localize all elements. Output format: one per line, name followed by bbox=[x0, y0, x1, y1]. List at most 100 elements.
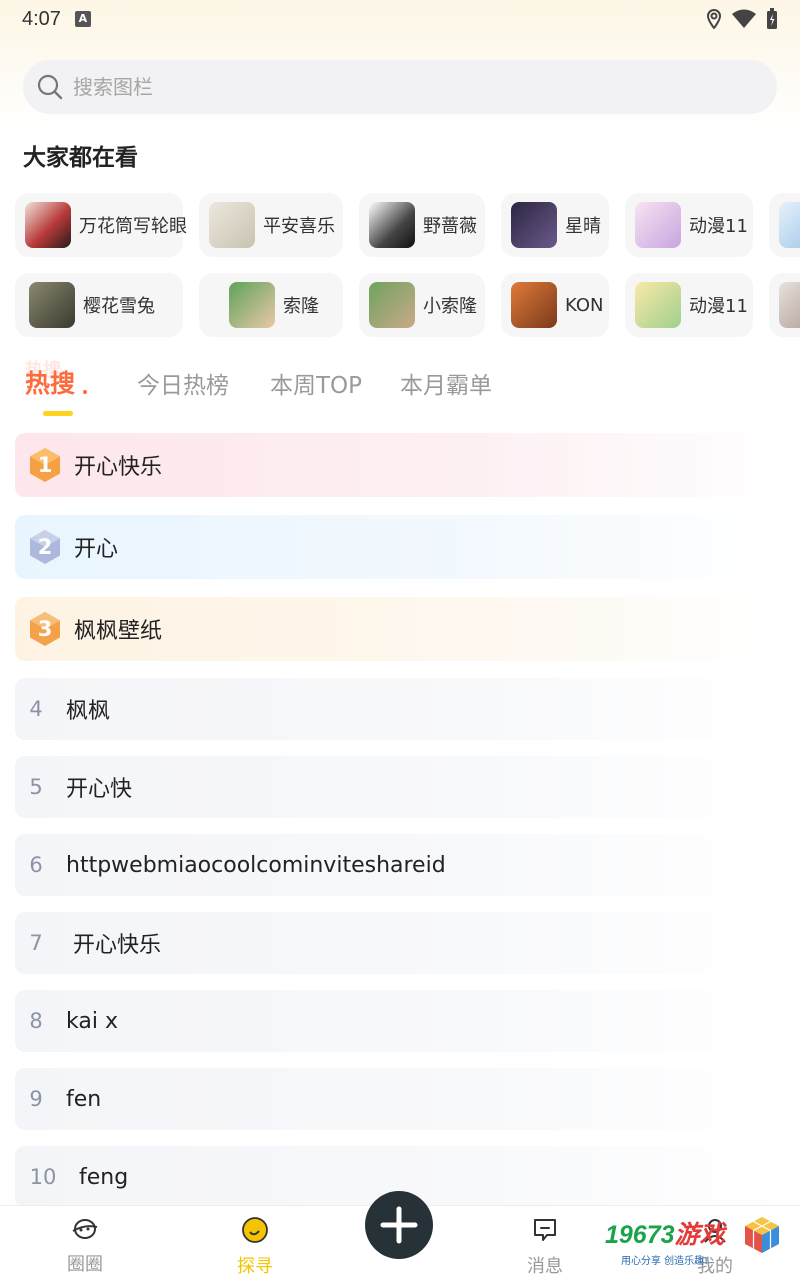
rank-title: 开心快乐 bbox=[74, 455, 163, 480]
status-bar: 4:07 A bbox=[0, 0, 800, 38]
chip-item[interactable] bbox=[769, 193, 800, 257]
rank-number: 9 bbox=[29, 1087, 43, 1111]
chip-thumbnail bbox=[369, 202, 415, 248]
chip-item[interactable]: 动漫11 bbox=[625, 193, 753, 257]
planet-face-icon bbox=[72, 1219, 98, 1239]
chip-thumbnail bbox=[511, 282, 557, 328]
nav-messages-label: 消息 bbox=[527, 1256, 563, 1277]
rank-number: 10 bbox=[29, 1165, 57, 1189]
chip-item[interactable]: KON bbox=[501, 273, 609, 337]
rank-title: fen bbox=[66, 1086, 102, 1112]
tab-hot-search[interactable]: 热搜 热搜 bbox=[25, 360, 88, 400]
chip-thumbnail bbox=[635, 202, 681, 248]
rank-number: 8 bbox=[29, 1009, 43, 1033]
rank-badge-silver: 2 bbox=[26, 528, 64, 566]
chip-label: 樱花雪兔 bbox=[83, 296, 155, 317]
rank-badge-gold: 1 bbox=[26, 446, 64, 484]
message-icon bbox=[534, 1219, 556, 1241]
chip-row-2: 樱花雪兔 索隆 小索隆 KON 动漫11 bbox=[15, 273, 800, 337]
section-title-trending: 大家都在看 bbox=[23, 145, 138, 171]
search-icon bbox=[37, 74, 63, 100]
chip-item[interactable]: 索隆 bbox=[199, 273, 343, 337]
rank-number: 1 bbox=[37, 453, 53, 477]
chip-thumbnail bbox=[29, 282, 75, 328]
rank-title: 开心 bbox=[74, 537, 119, 562]
chip-thumbnail bbox=[229, 282, 275, 328]
chip-item[interactable]: 星晴 bbox=[501, 193, 609, 257]
chip-thumbnail bbox=[209, 202, 255, 248]
search-bar[interactable] bbox=[23, 60, 777, 114]
rank-number: 2 bbox=[37, 535, 53, 559]
battery-icon bbox=[767, 8, 777, 29]
list-item[interactable]: 4 枫枫 bbox=[15, 678, 785, 740]
chip-item[interactable]: 小索隆 bbox=[359, 273, 485, 337]
watermark-brand-cn: 游戏 bbox=[674, 1221, 725, 1249]
chip-item[interactable] bbox=[769, 273, 800, 337]
tab-hot-shadow: 热搜 bbox=[25, 360, 61, 381]
ranking-tabs: 热搜 热搜 今日热榜 本周TOP 本月霸单 bbox=[0, 360, 800, 420]
search-input[interactable] bbox=[73, 75, 673, 99]
create-post-button[interactable] bbox=[365, 1191, 433, 1259]
chip-thumbnail bbox=[779, 202, 800, 248]
site-watermark: 19673游戏 用心分享 创造乐趣! bbox=[605, 1215, 790, 1275]
chip-item[interactable]: 万花筒写轮眼 bbox=[15, 193, 187, 257]
chip-label: 星晴 bbox=[565, 216, 601, 237]
tab-today[interactable]: 今日热榜 bbox=[137, 366, 229, 400]
rank-title: 开心快 bbox=[66, 777, 133, 802]
chip-label: 小索隆 bbox=[423, 296, 477, 317]
rank-title: kai x bbox=[66, 1008, 118, 1034]
list-item[interactable]: 5 开心快 bbox=[15, 756, 785, 818]
notification-a-icon: A bbox=[74, 11, 91, 27]
explore-icon bbox=[242, 1217, 268, 1243]
chip-thumbnail bbox=[779, 282, 800, 328]
chip-thumbnail bbox=[25, 202, 71, 248]
chip-label: 索隆 bbox=[283, 296, 319, 317]
chip-item[interactable]: 动漫11 bbox=[625, 273, 753, 337]
list-item[interactable]: 6 httpwebmiaocoolcominviteshareid bbox=[15, 834, 785, 896]
rank-title: 枫枫 bbox=[66, 699, 111, 724]
rank-title: feng bbox=[79, 1164, 129, 1190]
chip-row-1: 万花筒写轮眼 平安喜乐 野蔷薇 星晴 动漫11 bbox=[15, 193, 800, 257]
chip-thumbnail bbox=[369, 282, 415, 328]
chip-label: 万花筒写轮眼 bbox=[79, 216, 187, 237]
list-item[interactable]: 8 kai x bbox=[15, 990, 785, 1052]
chip-item[interactable]: 樱花雪兔 bbox=[15, 273, 183, 337]
chip-label: 动漫11 bbox=[689, 216, 748, 237]
rank-number: 5 bbox=[29, 775, 43, 799]
status-icons bbox=[706, 8, 778, 30]
rank-number: 4 bbox=[29, 697, 43, 721]
location-icon bbox=[706, 9, 722, 29]
nav-explore[interactable]: 探寻 bbox=[215, 1216, 295, 1278]
rank-title: 开心快乐 bbox=[66, 933, 161, 958]
chip-label: 野蔷薇 bbox=[423, 216, 477, 237]
list-item[interactable]: 7 开心快乐 bbox=[15, 912, 785, 974]
tab-indicator bbox=[43, 411, 73, 416]
plus-icon bbox=[380, 1206, 418, 1244]
tab-week[interactable]: 本周TOP bbox=[270, 366, 362, 400]
chip-item[interactable]: 平安喜乐 bbox=[199, 193, 343, 257]
status-time: 4:07 bbox=[22, 7, 61, 30]
rank-title: 枫枫壁纸 bbox=[74, 619, 163, 644]
chip-label: 平安喜乐 bbox=[263, 216, 335, 237]
chip-thumbnail bbox=[635, 282, 681, 328]
chip-label: KON bbox=[565, 294, 604, 316]
list-item[interactable]: 3 枫枫壁纸 bbox=[15, 597, 785, 661]
rank-number: 6 bbox=[29, 853, 43, 877]
chip-item[interactable]: 野蔷薇 bbox=[359, 193, 485, 257]
nav-explore-label: 探寻 bbox=[237, 1256, 273, 1277]
list-item[interactable]: 9 fen bbox=[15, 1068, 785, 1130]
list-item[interactable]: 2 开心 bbox=[15, 515, 785, 579]
list-item[interactable]: 1 开心快乐 bbox=[15, 433, 785, 497]
rank-number: 3 bbox=[37, 617, 53, 641]
watermark-digits: 19673 bbox=[605, 1221, 675, 1249]
nav-circle-label: 圈圈 bbox=[67, 1254, 103, 1275]
wifi-icon bbox=[732, 9, 756, 28]
cube-logo-icon bbox=[745, 1217, 779, 1253]
rank-title: httpwebmiaocoolcominviteshareid bbox=[66, 852, 446, 878]
nav-messages[interactable]: 消息 bbox=[505, 1216, 585, 1278]
chip-label: 动漫11 bbox=[689, 296, 748, 317]
tab-month[interactable]: 本月霸单 bbox=[400, 366, 492, 400]
nav-circle[interactable]: 圈圈 bbox=[45, 1216, 125, 1276]
tab-active-dot bbox=[83, 390, 88, 394]
rank-number: 7 bbox=[29, 931, 43, 955]
